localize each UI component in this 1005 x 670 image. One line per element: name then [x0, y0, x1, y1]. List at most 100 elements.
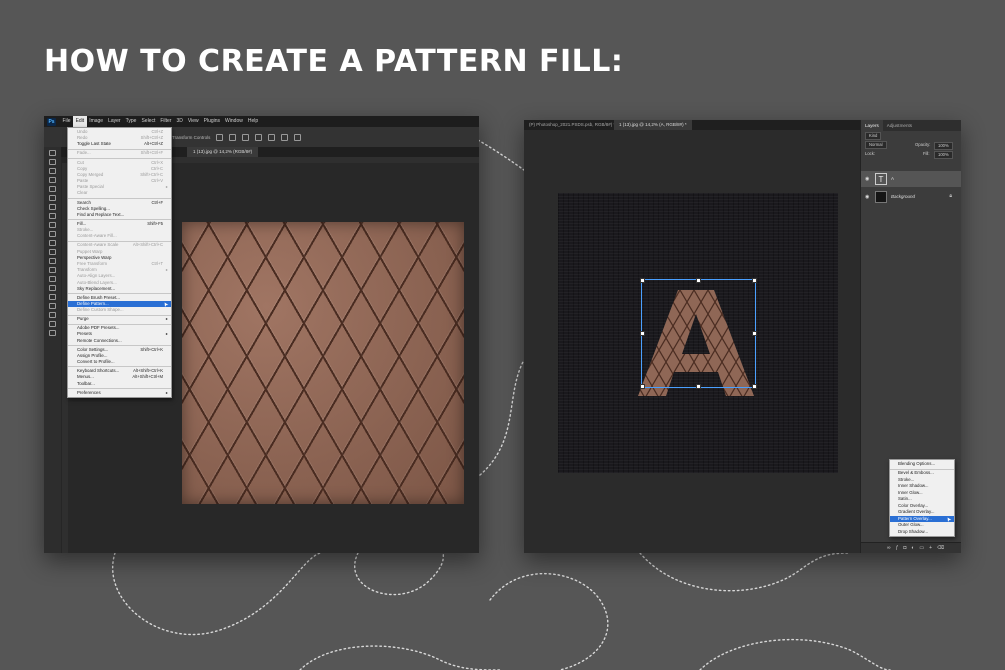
menu-file[interactable]: File — [60, 116, 73, 127]
edit-menu-item-toggle-last-state[interactable]: Toggle Last State Alt+Ctrl+Z — [68, 141, 171, 147]
link-layers-icon[interactable]: ∞ — [887, 545, 891, 551]
rotate-3d-icon[interactable] — [281, 133, 289, 141]
type-tool-icon[interactable] — [49, 285, 56, 291]
menu-separator — [68, 148, 171, 150]
align-center-icon[interactable] — [229, 133, 237, 141]
document-tab-jpg[interactable]: 1 (13).jpg @ 14,2% (A, RGB/8#) * — [614, 120, 692, 130]
distribute-icon[interactable] — [255, 133, 263, 141]
menu-item-label: Fade... — [77, 150, 91, 156]
menu-separator — [68, 387, 171, 389]
stamp-tool-icon[interactable] — [49, 222, 56, 228]
eyedropper-tool-icon[interactable] — [49, 195, 56, 201]
menu-3d[interactable]: 3D — [174, 116, 185, 127]
transform-handle[interactable] — [640, 278, 645, 283]
gradient-tool-icon[interactable] — [49, 249, 56, 255]
edit-menu-item-clear[interactable]: Clear — [68, 190, 171, 196]
canvas-letter-label: A — [696, 390, 699, 395]
align-left-icon[interactable] — [216, 133, 224, 141]
eye-icon[interactable]: ◉ — [865, 194, 869, 200]
marquee-tool-icon[interactable] — [49, 159, 56, 165]
menu-type[interactable]: Type — [123, 116, 139, 127]
edit-menu-item-fade[interactable]: Fade... Shift+Ctrl+F — [68, 150, 171, 156]
edit-menu-item-preferences[interactable]: Preferences ▸ — [68, 390, 171, 396]
hand-tool-icon[interactable] — [49, 312, 56, 318]
edit-menu-item-convert-to-profile[interactable]: Convert to Profile... — [68, 359, 171, 365]
menu-view[interactable]: View — [185, 116, 201, 127]
menu-item-label: Content-Aware Fill... — [77, 233, 117, 239]
transform-handle[interactable] — [752, 278, 757, 283]
menu-bar: Ps File Edit Image Layer Type Select Fil… — [44, 116, 479, 127]
edit-menu-item-content-aware-fill[interactable]: Content-Aware Fill... — [68, 233, 171, 239]
eraser-tool-icon[interactable] — [49, 240, 56, 246]
transform-handle[interactable] — [696, 278, 701, 283]
panel-tabs: Layers Adjustments — [861, 120, 961, 131]
zoom-tool-icon[interactable] — [49, 321, 56, 327]
transform-handle[interactable] — [696, 384, 701, 389]
edit-menu-item-remote-connections[interactable]: Remote Connections... — [68, 338, 171, 344]
mask-icon[interactable]: ◘ — [903, 545, 906, 551]
menu-layer[interactable]: Layer — [106, 116, 124, 127]
fill-input[interactable]: 100% — [934, 150, 953, 159]
edit-menu-item-sky-replacement[interactable]: Sky Replacement... — [68, 286, 171, 292]
transform-handle[interactable] — [752, 384, 757, 389]
menu-separator — [68, 366, 171, 367]
submenu-arrow-icon: ▸ — [165, 389, 168, 395]
menu-item-label: Undo — [77, 129, 88, 134]
layer-row-text[interactable]: ◉ T A — [861, 171, 961, 187]
menu-image[interactable]: Image — [87, 116, 106, 127]
document-tab-psb[interactable]: (P) Photoshop_2021.PSDS.psb, RGB/8#) * — [524, 120, 620, 130]
lasso-tool-icon[interactable] — [49, 168, 56, 174]
tab-layers[interactable]: Layers — [861, 120, 883, 131]
menu-help[interactable]: Help — [245, 116, 260, 127]
new-layer-icon[interactable]: + — [929, 545, 932, 551]
menu-item-label: Fill... — [77, 220, 87, 226]
edit-menu-item-toolbar[interactable]: Toolbar... — [68, 381, 171, 387]
menu-filter[interactable]: Filter — [158, 116, 174, 127]
3d-mode-icon[interactable] — [268, 133, 276, 141]
shape-tool-icon[interactable] — [49, 303, 56, 309]
eye-icon[interactable]: ◉ — [865, 176, 869, 182]
dodge-tool-icon[interactable] — [49, 267, 56, 273]
pan-3d-icon[interactable] — [294, 133, 302, 141]
brush-tool-icon[interactable] — [49, 213, 56, 219]
menu-edit[interactable]: Edit — [73, 116, 87, 127]
menu-select[interactable]: Select — [139, 116, 158, 127]
menu-separator — [68, 240, 171, 242]
delete-layer-icon[interactable]: ⌫ — [937, 545, 944, 551]
fx-menu-item-drop-shadow[interactable]: Drop Shadow... — [890, 529, 954, 536]
menu-window[interactable]: Window — [223, 116, 246, 127]
menu-item-label: Define Custom Shape... — [77, 307, 124, 313]
edit-menu-item-define-custom-shape[interactable]: Define Custom Shape... — [68, 307, 171, 313]
menu-separator — [68, 197, 171, 199]
align-right-icon[interactable] — [242, 133, 250, 141]
healing-tool-icon[interactable] — [49, 204, 56, 210]
group-icon[interactable]: ▭ — [919, 545, 924, 551]
lock-icon: 🔒︎ — [949, 193, 952, 199]
menu-item-label: Find and Replace Text... — [77, 211, 125, 217]
transform-handle[interactable] — [640, 331, 645, 336]
transform-controls-label[interactable]: Transform Controls — [172, 135, 210, 140]
fx-menu-item-blending-options[interactable]: Blending Options... — [890, 461, 954, 468]
history-brush-tool-icon[interactable] — [49, 231, 56, 237]
edit-menu-item-find-and-replace-text[interactable]: Find and Replace Text... — [68, 212, 171, 218]
path-select-tool-icon[interactable] — [49, 294, 56, 300]
color-swatches-icon[interactable] — [49, 330, 56, 336]
blur-tool-icon[interactable] — [49, 258, 56, 264]
tab-adjustments[interactable]: Adjustments — [883, 120, 916, 131]
pen-tool-icon[interactable] — [49, 276, 56, 282]
document-tab[interactable]: 1 (13).jpg @ 14,2% (RGB/8#) — [187, 147, 259, 157]
transform-handle[interactable] — [640, 384, 645, 389]
transform-bounding-box[interactable] — [640, 278, 757, 389]
menu-item-label: Free Transform — [77, 260, 108, 266]
kind-filter-select[interactable]: Kind — [865, 132, 882, 140]
adjustment-icon[interactable]: ◐ — [911, 545, 914, 551]
transform-handle[interactable] — [752, 331, 757, 336]
crop-tool-icon[interactable] — [49, 186, 56, 192]
blend-mode-select[interactable]: Normal — [865, 141, 887, 149]
menu-plugins[interactable]: Plugins — [201, 116, 222, 127]
fx-icon[interactable]: ƒ — [896, 545, 899, 551]
edit-menu-item-purge[interactable]: Purge ▸ — [68, 316, 171, 322]
move-tool-icon[interactable] — [49, 150, 56, 156]
quick-select-tool-icon[interactable] — [49, 177, 56, 183]
layer-row-background[interactable]: ◉ Background 🔒︎ — [861, 189, 961, 205]
